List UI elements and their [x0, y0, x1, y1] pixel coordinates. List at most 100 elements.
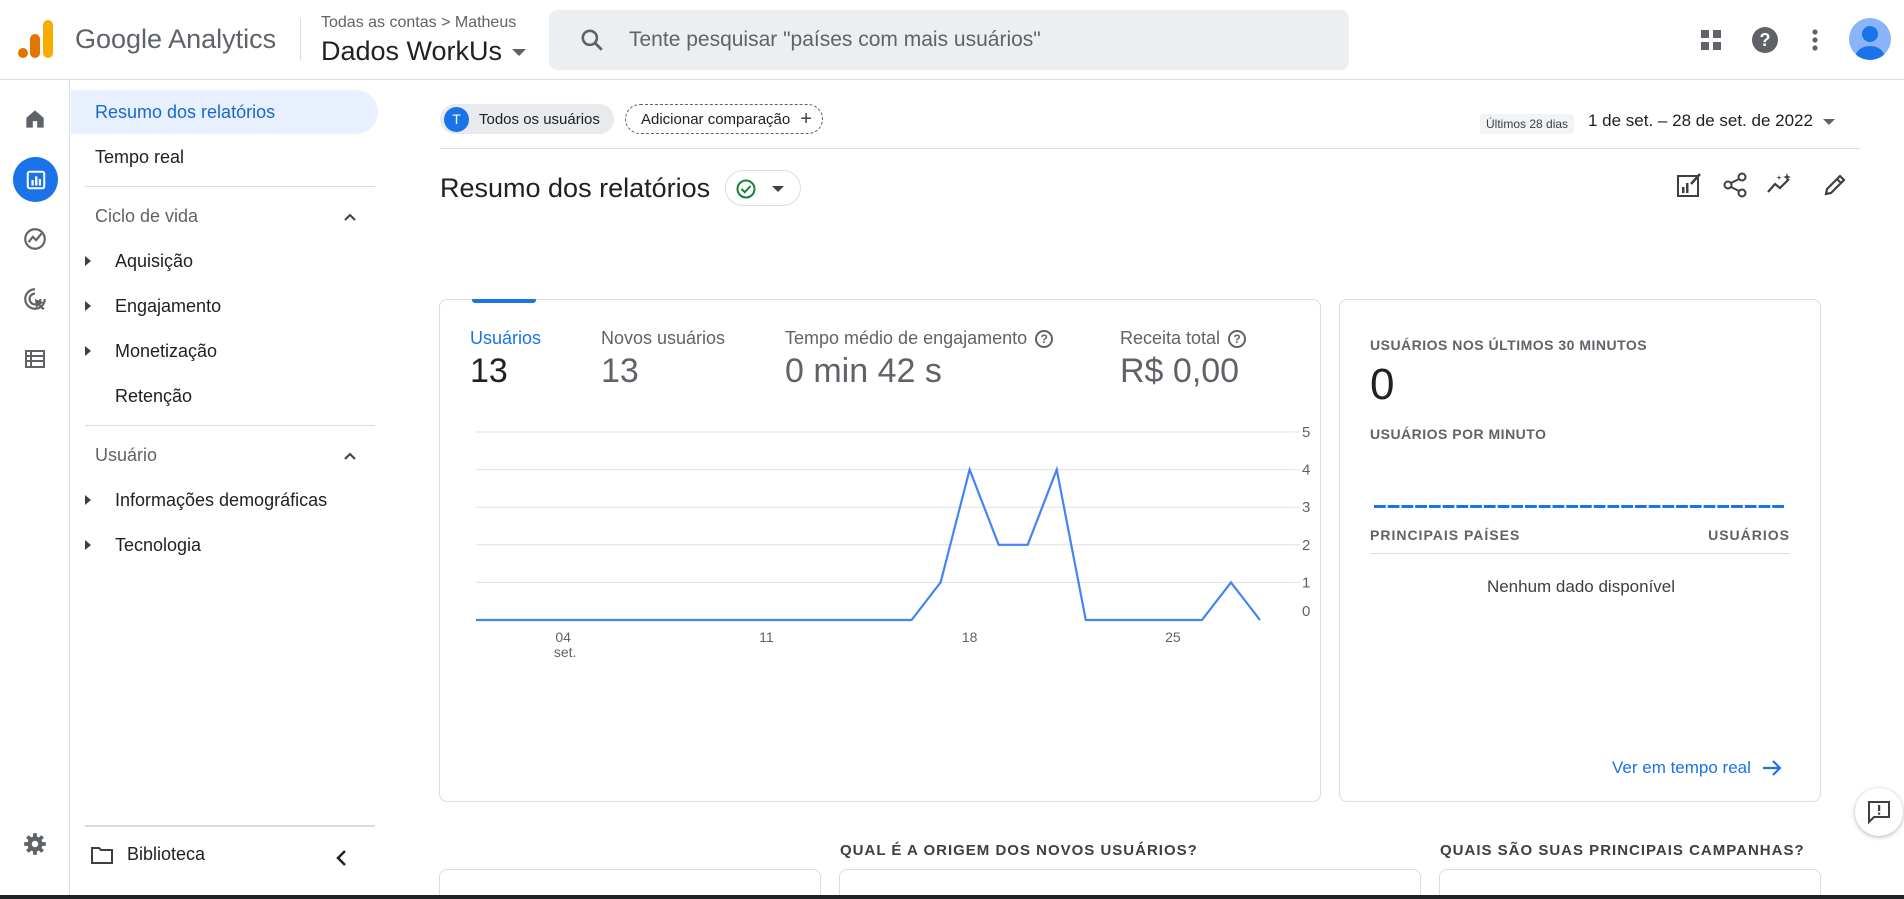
- nav-library[interactable]: Biblioteca: [91, 844, 205, 865]
- report-status-dropdown[interactable]: [725, 170, 801, 206]
- y-tick-label: 0: [1302, 603, 1310, 620]
- analytics-logo-icon[interactable]: [18, 20, 54, 58]
- search-input[interactable]: [629, 22, 1329, 58]
- nav-technology[interactable]: Tecnologia: [71, 523, 371, 567]
- edit-pencil-icon[interactable]: [1820, 170, 1850, 200]
- minute-bar: [1483, 505, 1496, 508]
- link-label: Ver em tempo real: [1612, 758, 1751, 777]
- per-minute-bars: [1374, 505, 1784, 508]
- nav-label: Biblioteca: [127, 844, 206, 864]
- caret-down-icon: [512, 49, 527, 57]
- metric-engagement-tab[interactable]: Tempo médio de engajamento?: [785, 328, 1054, 349]
- metric-revenue-tab[interactable]: Receita total?: [1120, 328, 1247, 349]
- apps-grid-icon[interactable]: [1693, 22, 1729, 58]
- realtime-card: USUÁRIOS NOS ÚLTIMOS 30 MINUTOS 0 USUÁRI…: [1339, 299, 1821, 802]
- add-comparison-label: Adicionar comparação: [641, 110, 791, 128]
- caret-down-icon: [1822, 118, 1835, 125]
- minute-bar: [1442, 505, 1455, 508]
- minute-bar: [1717, 505, 1730, 508]
- y-tick-label: 5: [1302, 424, 1310, 441]
- minute-bar: [1511, 505, 1524, 508]
- feedback-button[interactable]: [1855, 788, 1903, 836]
- explore-icon[interactable]: [16, 220, 54, 258]
- customize-report-icon[interactable]: [1674, 170, 1704, 200]
- metrics-card: Usuários 13 Novos usuários 13 Tempo médi…: [439, 299, 1321, 802]
- realtime-user-count: 0: [1370, 360, 1395, 409]
- view-realtime-link[interactable]: Ver em tempo real: [1612, 758, 1783, 778]
- minute-bar: [1621, 505, 1633, 508]
- advertising-icon[interactable]: [16, 280, 54, 318]
- product-name: Google Analytics: [75, 24, 277, 54]
- nav-engagement[interactable]: Engajamento: [71, 284, 371, 328]
- divider: [85, 825, 375, 826]
- collapse-chevron-left-icon[interactable]: [333, 848, 349, 868]
- more-vert-icon[interactable]: [1797, 22, 1833, 58]
- breadcrumb[interactable]: Todas as contas > Matheus: [321, 14, 516, 32]
- minute-bar: [1648, 505, 1661, 508]
- configure-list-icon[interactable]: [16, 340, 54, 378]
- help-circle-icon[interactable]: ?: [1035, 330, 1054, 348]
- reports-nav: Resumo dos relatórios Tempo real Ciclo d…: [71, 80, 381, 899]
- plus-icon: +: [800, 107, 812, 130]
- nav-demographics[interactable]: Informações demográficas: [71, 478, 371, 522]
- share-icon[interactable]: [1720, 170, 1750, 200]
- account-avatar[interactable]: [1849, 18, 1891, 60]
- caret-down-icon: [772, 186, 784, 192]
- top-countries-header: PRINCIPAIS PAÍSES: [1370, 527, 1521, 543]
- metric-revenue-value: R$ 0,00: [1120, 352, 1240, 390]
- nav-label: Tecnologia: [115, 534, 202, 555]
- minute-bar: [1634, 505, 1647, 508]
- y-tick-label: 3: [1302, 499, 1310, 516]
- users-column-header: USUÁRIOS: [1708, 527, 1790, 543]
- reports-icon[interactable]: [13, 157, 58, 202]
- minute-bar: [1552, 505, 1565, 508]
- section-new-users-origin: QUAL É A ORIGEM DOS NOVOS USUÁRIOS?: [840, 842, 1198, 859]
- metric-engagement-value: 0 min 42 s: [785, 352, 942, 390]
- per-minute-label: USUÁRIOS POR MINUTO: [1370, 426, 1547, 442]
- add-comparison-button[interactable]: Adicionar comparação +: [625, 104, 823, 134]
- nav-reports-snapshot[interactable]: Resumo dos relatórios: [71, 90, 378, 134]
- metric-new-users-value: 13: [601, 352, 639, 390]
- bottom-edge: [0, 895, 1904, 899]
- search-bar[interactable]: [549, 10, 1349, 70]
- nav-label: Aquisição: [115, 250, 194, 271]
- folder-icon: [91, 846, 113, 864]
- home-icon[interactable]: [16, 100, 54, 138]
- page-title: Resumo dos relatórios: [440, 173, 711, 203]
- date-range-selector[interactable]: 1 de set. – 28 de set. de 2022: [1588, 111, 1835, 131]
- nav-retention[interactable]: Retenção: [71, 374, 371, 418]
- metric-users-label[interactable]: Usuários: [470, 328, 541, 349]
- realtime-title: USUÁRIOS NOS ÚLTIMOS 30 MINUTOS: [1370, 337, 1648, 353]
- search-icon: [581, 29, 603, 51]
- metric-new-users-label[interactable]: Novos usuários: [601, 328, 725, 349]
- chevron-up-icon[interactable]: [343, 449, 357, 463]
- section-user[interactable]: Usuário: [95, 445, 157, 466]
- insights-icon[interactable]: [1765, 170, 1795, 200]
- arrow-right-icon: [1762, 760, 1782, 776]
- help-circle-icon[interactable]: ?: [1228, 330, 1247, 348]
- nav-realtime[interactable]: Tempo real: [71, 135, 378, 179]
- settings-gear-icon[interactable]: [16, 825, 54, 863]
- metric-revenue-label: Receita total: [1120, 328, 1221, 348]
- expand-arrow-icon: [85, 346, 91, 356]
- users-line-chart[interactable]: 0 1 2 3 4 5 04set. 11 18 25: [440, 420, 1320, 690]
- nav-acquisition[interactable]: Aquisição: [71, 239, 371, 283]
- no-data-message: Nenhum dado disponível: [1486, 577, 1676, 596]
- x-tick-label: 18: [962, 629, 978, 645]
- metric-users-value: 13: [470, 352, 508, 390]
- segment-chip[interactable]: T Todos os usuários: [440, 104, 614, 134]
- help-icon[interactable]: ?: [1747, 22, 1783, 58]
- chevron-up-icon[interactable]: [343, 210, 357, 224]
- property-selector[interactable]: Dados WorkUs: [321, 36, 527, 67]
- expand-arrow-icon: [85, 301, 91, 311]
- nav-label: Engajamento: [115, 295, 222, 316]
- nav-monetization[interactable]: Monetização: [71, 329, 371, 373]
- x-tick-month-label: set.: [554, 644, 577, 660]
- top-bar: Google Analytics Todas as contas > Mathe…: [0, 0, 1904, 80]
- divider: [1370, 553, 1790, 554]
- minute-bar: [1607, 505, 1620, 508]
- y-tick-label: 1: [1302, 574, 1310, 591]
- minute-bar: [1703, 505, 1716, 508]
- section-lifecycle[interactable]: Ciclo de vida: [95, 206, 198, 227]
- minute-bar: [1401, 505, 1414, 508]
